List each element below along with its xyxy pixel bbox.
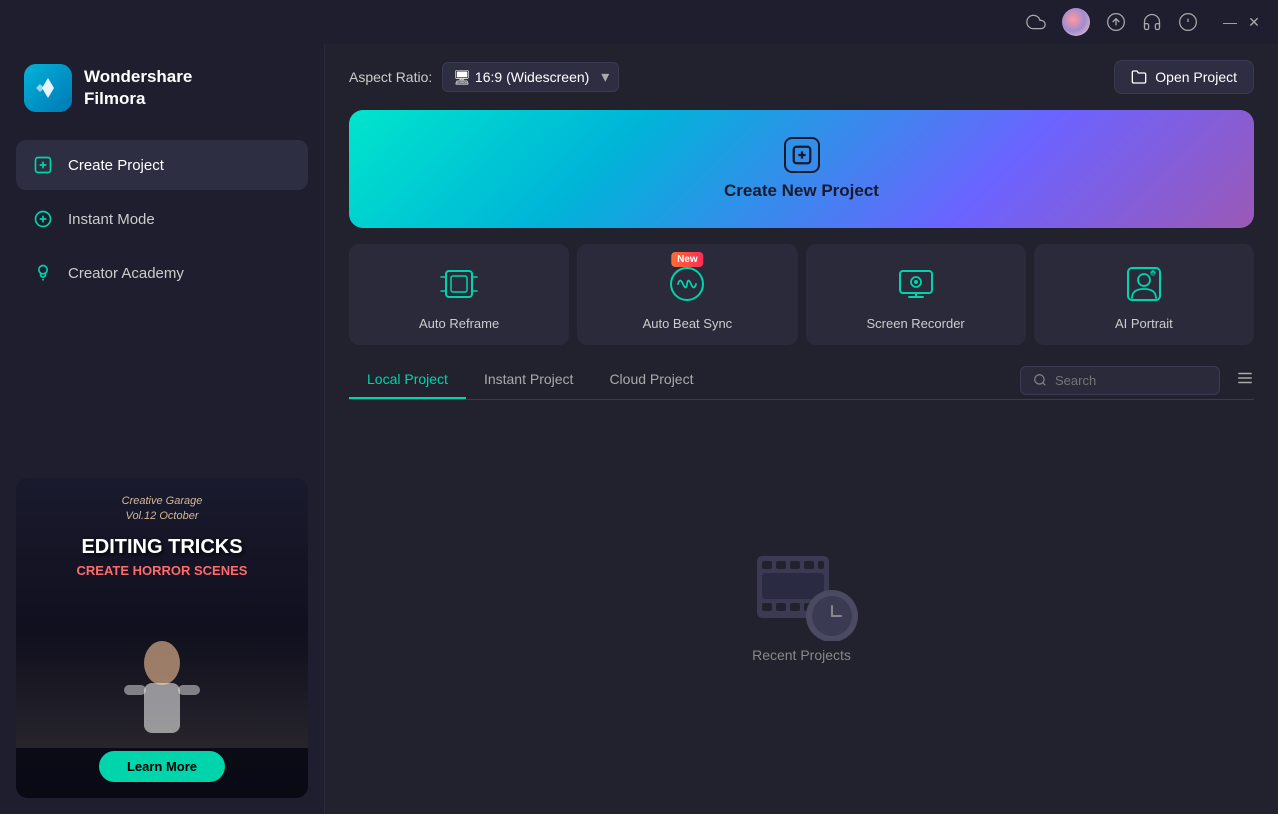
tab-controls [1020,366,1254,395]
folder-icon [1131,69,1147,85]
project-tabs: Local Project Instant Project Cloud Proj… [349,361,711,399]
auto-beat-sync-icon [665,262,709,306]
auto-reframe-icon [437,262,481,306]
window-controls: — ✕ [1222,14,1262,30]
plus-square-icon [32,154,54,176]
search-input[interactable] [1055,373,1195,388]
new-badge: New [671,252,704,267]
logo-icon [24,64,72,112]
banner-figure [16,628,308,748]
feature-cards: Auto Reframe New Auto Beat Sync [349,244,1254,345]
aspect-ratio-select[interactable]: 🖥 16:9 (Widescreen) 4:3 1:1 9:16 [442,62,619,92]
create-new-project-hero[interactable]: Create New Project [349,110,1254,228]
create-new-icon [784,137,820,173]
plus-circle-icon [32,208,54,230]
banner-sub-text: CREATE HORROR SCENES [77,563,248,578]
tab-cloud-project[interactable]: Cloud Project [591,361,711,399]
aspect-ratio-label: Aspect Ratio: [349,69,432,85]
close-button[interactable]: ✕ [1246,14,1262,30]
feature-card-ai-portrait[interactable]: AI Portrait [1034,244,1254,345]
aspect-ratio-group: Aspect Ratio: 🖥 16:9 (Widescreen) 4:3 1:… [349,62,619,92]
sidebar-item-creator-academy[interactable]: Creator Academy [16,248,308,298]
auto-beat-sync-label: Auto Beat Sync [643,316,733,331]
instant-mode-label: Instant Mode [68,211,155,228]
search-bar[interactable] [1020,366,1220,395]
auto-reframe-label: Auto Reframe [419,316,499,331]
empty-state: Recent Projects [349,400,1254,814]
bulb-icon [32,262,54,284]
search-icon [1033,373,1047,387]
recent-projects-label: Recent Projects [752,647,851,663]
minimize-button[interactable]: — [1222,14,1238,30]
aspect-ratio-selector[interactable]: 🖥 16:9 (Widescreen) 4:3 1:1 9:16 [442,62,619,92]
app-logo: Wondershare Filmora [0,44,324,132]
open-project-button[interactable]: Open Project [1114,60,1254,94]
info-icon[interactable] [1178,12,1198,32]
content-area: Aspect Ratio: 🖥 16:9 (Widescreen) 4:3 1:… [325,44,1278,814]
empty-projects-icon [752,551,852,631]
screen-recorder-label: Screen Recorder [866,316,964,331]
create-hero-label: Create New Project [724,181,879,201]
sidebar-item-instant-mode[interactable]: Instant Mode [16,194,308,244]
app-name: Wondershare Filmora [84,66,192,110]
titlebar: — ✕ [0,0,1278,44]
project-tabs-bar: Local Project Instant Project Cloud Proj… [349,361,1254,399]
creator-academy-label: Creator Academy [68,265,184,282]
main-layout: Wondershare Filmora Create Project [0,44,1278,814]
content-topbar: Aspect Ratio: 🖥 16:9 (Widescreen) 4:3 1:… [325,44,1278,110]
list-view-toggle[interactable] [1236,369,1254,392]
screen-recorder-icon [894,262,938,306]
user-avatar[interactable] [1062,8,1090,36]
feature-card-screen-recorder[interactable]: Screen Recorder [806,244,1026,345]
sidebar-banner[interactable]: Creative Garage Vol.12 October EDITING T… [16,478,308,798]
sidebar-nav: Create Project Instant Mode Creator Acad… [0,140,324,298]
feature-card-auto-beat-sync[interactable]: New Auto Beat Sync [577,244,797,345]
tab-local-project[interactable]: Local Project [349,361,466,399]
banner-top-text: Creative Garage Vol.12 October [122,494,203,525]
headphone-icon[interactable] [1142,12,1162,32]
upload-icon[interactable] [1106,12,1126,32]
learn-more-button[interactable]: Learn More [99,751,225,782]
project-section: Local Project Instant Project Cloud Proj… [349,361,1254,814]
ai-portrait-icon [1122,262,1166,306]
feature-card-auto-reframe[interactable]: Auto Reframe [349,244,569,345]
ai-portrait-label: AI Portrait [1115,316,1173,331]
cloud-icon[interactable] [1026,12,1046,32]
open-project-label: Open Project [1155,69,1237,85]
tab-instant-project[interactable]: Instant Project [466,361,592,399]
sidebar-item-create-project[interactable]: Create Project [16,140,308,190]
sidebar: Wondershare Filmora Create Project [0,44,325,814]
create-project-label: Create Project [68,157,164,174]
banner-main-text: EDITING TRICKS [81,535,242,559]
